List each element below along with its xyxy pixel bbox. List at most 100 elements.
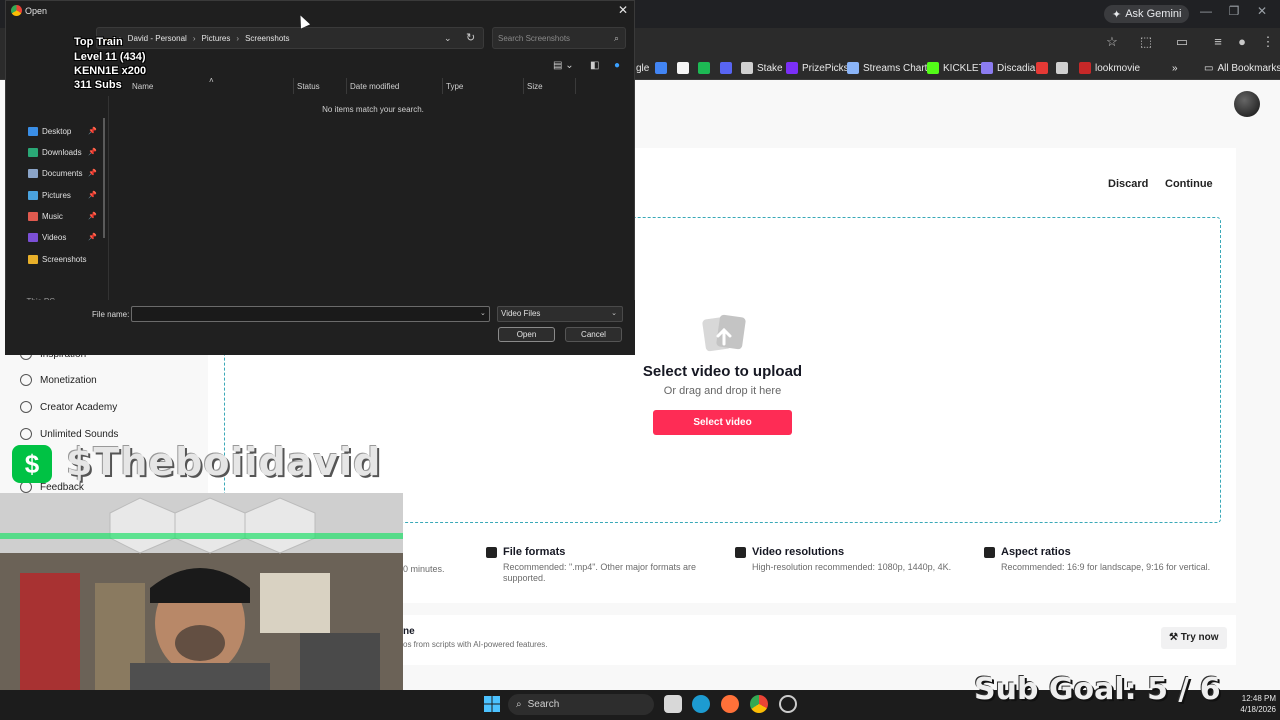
bookmark-item[interactable]: Streams Charts xyxy=(847,60,932,76)
file-name-input[interactable] xyxy=(131,306,490,322)
edge-icon[interactable] xyxy=(692,695,710,713)
column-size[interactable]: Size xyxy=(527,82,543,91)
music-folder-icon xyxy=(28,211,38,221)
column-name[interactable]: Name xyxy=(132,82,153,91)
promo-title: ne xyxy=(403,626,415,637)
address-bar[interactable]: ▬ › David - Personal › Pictures › Screen… xyxy=(96,27,484,49)
bookmarks-overflow-icon[interactable]: » xyxy=(1172,60,1178,76)
bookmark-favicon-icon xyxy=(655,62,667,74)
bookmark-item[interactable]: Stake xyxy=(741,60,783,76)
folder-icon: ▭ xyxy=(1204,62,1214,74)
pin-icon[interactable]: 📌 xyxy=(88,127,97,135)
menu-icon[interactable]: ⋮ xyxy=(1260,34,1276,50)
bookmark-favicon-icon xyxy=(720,62,732,74)
book-icon xyxy=(20,401,32,413)
cashtag-overlay: $Theboiidavid xyxy=(66,440,382,484)
tool-icon: ⚒ xyxy=(1169,632,1181,643)
file-type-select[interactable]: Video Files ⌄ xyxy=(497,306,623,322)
extensions-icon[interactable]: ⬚ xyxy=(1138,34,1154,50)
nav-item-documents[interactable]: Documents 📌 xyxy=(28,166,97,180)
cancel-button[interactable]: Cancel xyxy=(565,327,622,342)
windows-start-icon[interactable] xyxy=(484,696,500,712)
nav-scrollbar[interactable] xyxy=(103,118,105,238)
bookmark-item[interactable] xyxy=(720,60,736,76)
taskbar-search[interactable]: ⌕ Search xyxy=(508,694,654,715)
bookmark-item[interactable] xyxy=(1036,60,1052,76)
breadcrumb-david-personal[interactable]: David - Personal xyxy=(128,34,187,43)
nav-item-screenshots[interactable]: Screenshots xyxy=(28,252,86,266)
tab-search-icon[interactable]: ≡ xyxy=(1210,34,1226,50)
video-resolutions-info: Video resolutions High-resolution recomm… xyxy=(735,546,965,573)
cashapp-logo: $ xyxy=(12,445,52,483)
pin-icon[interactable]: 📌 xyxy=(88,233,97,241)
bookmark-item[interactable] xyxy=(677,60,693,76)
sort-arrow-icon: ˄ xyxy=(209,76,214,85)
firefox-icon[interactable] xyxy=(721,695,739,713)
all-bookmarks[interactable]: ▭ All Bookmarks xyxy=(1204,60,1280,76)
breadcrumb-pictures[interactable]: Pictures xyxy=(201,34,230,43)
bookmark-favicon-icon xyxy=(927,62,939,74)
refresh-icon[interactable]: ↻ xyxy=(466,31,475,44)
nav-item-downloads[interactable]: Downloads 📌 xyxy=(28,145,97,159)
app-icon[interactable] xyxy=(779,695,797,713)
chrome-icon[interactable] xyxy=(750,695,768,713)
upload-video-icon xyxy=(702,314,746,352)
webcam-feed xyxy=(0,493,403,720)
bookmark-item[interactable] xyxy=(698,60,714,76)
maximize-button[interactable]: ❐ xyxy=(1224,4,1244,18)
dialog-close-button[interactable]: ✕ xyxy=(618,3,628,17)
address-dropdown-icon[interactable]: ⌄ xyxy=(444,33,452,44)
minimize-button[interactable]: — xyxy=(1196,4,1216,18)
sidebar-item-monetization[interactable]: Monetization xyxy=(20,372,97,388)
view-options-icon[interactable]: ▤ ⌄ xyxy=(553,60,574,71)
column-status[interactable]: Status xyxy=(297,82,320,91)
file-name-dropdown-icon[interactable]: ⌄ xyxy=(480,309,486,317)
help-icon[interactable]: ● xyxy=(614,60,620,71)
gemini-icon: ✦ xyxy=(1112,8,1122,21)
bookmark-item[interactable]: Discadia xyxy=(981,60,1035,76)
sidebar-item-creator-academy[interactable]: Creator Academy xyxy=(20,399,117,415)
aspect-ratio-icon xyxy=(984,546,995,558)
preview-pane-icon[interactable]: ◧ xyxy=(590,60,599,71)
try-now-button[interactable]: ⚒ Try now xyxy=(1161,627,1227,649)
system-clock[interactable]: 12:48 PM 4/18/2026 xyxy=(1226,693,1276,715)
pin-icon[interactable]: 📌 xyxy=(88,148,97,156)
music-note-icon xyxy=(20,428,32,440)
pictures-folder-icon xyxy=(28,190,38,200)
aspect-ratios-info: Aspect ratios Recommended: 16:9 for land… xyxy=(984,546,1214,573)
bookmark-item[interactable] xyxy=(1056,60,1072,76)
open-button[interactable]: Open xyxy=(498,327,555,342)
discard-button[interactable]: Discard xyxy=(1102,174,1155,194)
webcam-image xyxy=(0,493,403,720)
nav-item-pictures[interactable]: Pictures 📌 xyxy=(28,188,97,202)
profile-icon[interactable]: ● xyxy=(1234,34,1250,50)
pin-icon[interactable]: 📌 xyxy=(88,169,97,177)
window-close-button[interactable]: ✕ xyxy=(1252,4,1272,18)
select-video-button[interactable]: Select video xyxy=(653,410,792,435)
sub-goal-overlay: Sub Goal: 5 / 6 xyxy=(974,672,1221,707)
cast-icon[interactable]: ▭ xyxy=(1174,34,1190,50)
column-type[interactable]: Type xyxy=(446,82,463,91)
train-level: Level 11 (434) xyxy=(74,51,146,63)
star-icon[interactable]: ☆ xyxy=(1104,34,1120,50)
bookmark-item[interactable]: lookmovie xyxy=(1079,60,1140,76)
bookmark-favicon-icon xyxy=(741,62,753,74)
pin-icon[interactable]: 📌 xyxy=(88,212,97,220)
nav-item-desktop[interactable]: Desktop 📌 xyxy=(28,124,97,138)
file-formats-info: File formats Recommended: ".mp4". Other … xyxy=(486,546,716,584)
avatar[interactable] xyxy=(1234,91,1260,117)
nav-item-videos[interactable]: Videos 📌 xyxy=(28,230,97,244)
breadcrumb-screenshots[interactable]: Screenshots xyxy=(245,34,289,43)
train-title: Top Train xyxy=(74,36,123,48)
train-user: KENN1E x200 xyxy=(74,65,147,77)
bookmark-item[interactable]: KICKLET xyxy=(927,60,985,76)
continue-button[interactable]: Continue xyxy=(1158,173,1220,195)
bookmark-item[interactable] xyxy=(655,60,671,76)
file-explorer-icon[interactable] xyxy=(664,695,682,713)
column-date-modified[interactable]: Date modified xyxy=(350,82,399,91)
pin-icon[interactable]: 📌 xyxy=(88,191,97,199)
dialog-search-input[interactable]: Search Screenshots ⌕ xyxy=(492,27,626,49)
nav-item-music[interactable]: Music 📌 xyxy=(28,209,97,223)
ask-gemini-button[interactable]: ✦ Ask Gemini xyxy=(1104,5,1190,23)
bookmark-item[interactable]: PrizePicks xyxy=(786,60,849,76)
